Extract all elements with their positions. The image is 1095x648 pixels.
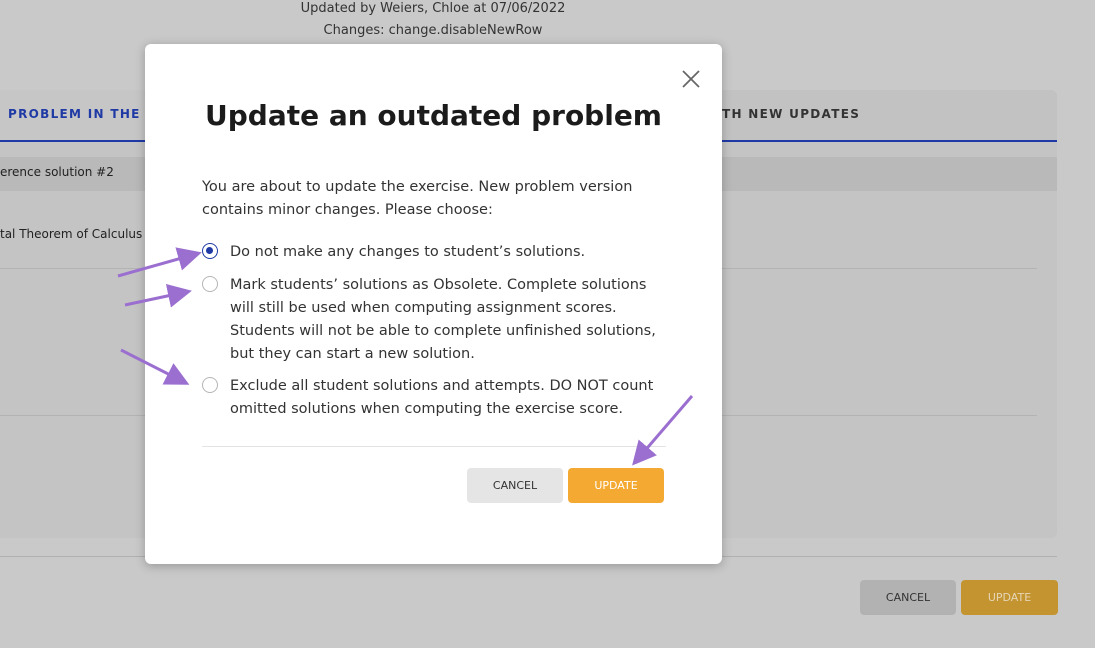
cancel-button[interactable]: CANCEL xyxy=(467,468,563,503)
dialog-title: Update an outdated problem xyxy=(205,99,662,132)
dialog-intro-text: You are about to update the exercise. Ne… xyxy=(202,179,633,218)
background-update-button[interactable]: UPDATE xyxy=(961,580,1058,615)
tab-current-problem-label: PROBLEM IN THE xyxy=(8,107,141,121)
update-problem-dialog: Update an outdated problem You are about… xyxy=(145,44,722,564)
radio-no-changes[interactable] xyxy=(202,243,218,259)
close-icon[interactable] xyxy=(680,68,702,90)
background-cancel-button[interactable]: CANCEL xyxy=(860,580,956,615)
updated-by-text: Updated by Weiers, Chloe at 07/06/2022 xyxy=(300,1,566,16)
option-mark-obsolete-label: Mark students’ solutions as Obsolete. Co… xyxy=(230,277,656,362)
changes-text: Changes: change.disableNewRow xyxy=(323,23,543,38)
update-button[interactable]: UPDATE xyxy=(568,468,664,503)
tab-new-updates-underline xyxy=(700,140,1057,142)
tab-new-updates-label[interactable]: TH NEW UPDATES xyxy=(722,107,860,121)
option-exclude-all-label: Exclude all student solutions and attemp… xyxy=(230,378,654,417)
option-no-changes-label: Do not make any changes to student’s sol… xyxy=(230,244,586,260)
problem-row-text: tal Theorem of Calculus xyxy=(0,227,143,241)
dialog-divider xyxy=(202,446,666,447)
radio-exclude-all[interactable] xyxy=(202,377,218,393)
solution-header-label: erence solution #2 xyxy=(0,165,114,179)
radio-mark-obsolete[interactable] xyxy=(202,276,218,292)
